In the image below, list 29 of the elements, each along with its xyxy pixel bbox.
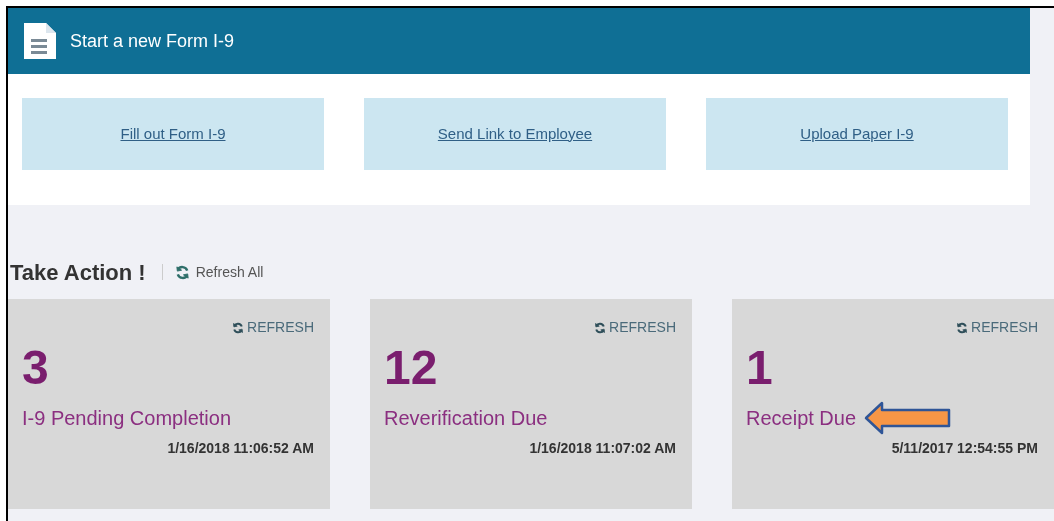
refresh-icon — [956, 321, 969, 334]
refresh-button[interactable]: REFRESH — [232, 317, 314, 338]
header-title: Start a new Form I-9 — [70, 29, 235, 53]
start-option-link[interactable]: Send Link to Employee — [437, 122, 593, 146]
start-option-link[interactable]: Upload Paper I-9 — [800, 122, 914, 146]
refresh-all-button[interactable]: Refresh All — [174, 261, 264, 283]
timestamp: 5/11/2017 12:54:55 PM — [891, 439, 1038, 458]
card-label: I-9 Pending Completion — [22, 406, 231, 431]
refresh-icon — [232, 321, 245, 334]
action-card[interactable]: REFRESH 3 I-9 Pending Completion 1/16/2018 11:06:52 AM — [8, 299, 330, 509]
count: 1 — [746, 344, 774, 392]
timestamp: 1/16/2018 11:07:02 AM — [529, 439, 676, 458]
refresh-button[interactable]: REFRESH — [956, 317, 1038, 338]
refresh-icon — [594, 321, 607, 334]
count: 12 — [384, 344, 439, 392]
start-option-link[interactable]: Fill out Form I-9 — [120, 122, 226, 146]
start-option-card[interactable]: Fill out Form I-9 — [22, 98, 324, 170]
count: 3 — [22, 344, 50, 392]
start-option-card[interactable]: Upload Paper I-9 — [706, 98, 1008, 170]
refresh-button[interactable]: REFRESH — [594, 317, 676, 338]
card-label: Reverification Due — [384, 406, 548, 431]
action-card[interactable]: REFRESH 1 Receipt Due 5/11/2017 12:54:55 PM — [732, 299, 1054, 509]
start-option-card[interactable]: Send Link to Employee — [364, 98, 666, 170]
refresh-icon — [174, 264, 190, 280]
document-icon — [22, 21, 58, 61]
section-title: Take Action ! — [10, 258, 146, 287]
card-label: Receipt Due — [746, 406, 857, 431]
timestamp: 1/16/2018 11:06:52 AM — [167, 439, 314, 458]
action-card[interactable]: REFRESH 12 Reverification Due 1/16/2018 11:07:02 AM — [370, 299, 692, 509]
